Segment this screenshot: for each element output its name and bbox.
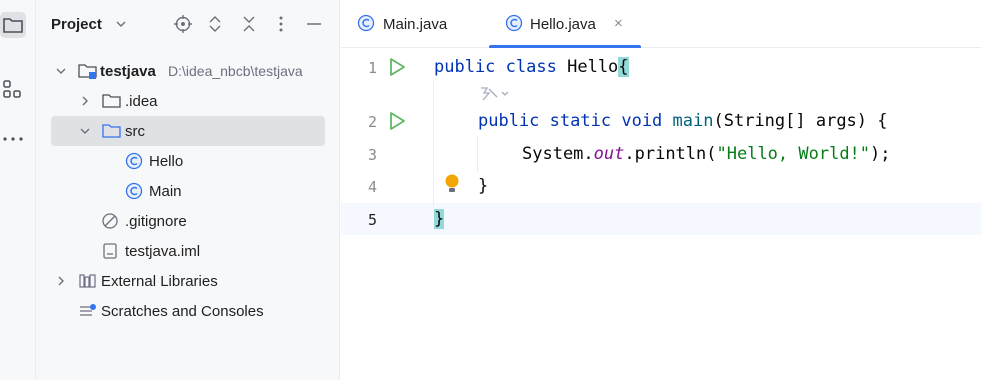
structure-icon [3, 80, 21, 98]
tree-item-label: testjava.iml [125, 243, 201, 260]
java-class-icon [125, 182, 143, 200]
chevron-down-icon[interactable] [55, 65, 67, 77]
java-class-icon [505, 14, 523, 32]
tree-item-label: Scratches and Consoles [101, 303, 264, 320]
editor-gutter: 1 2 3 4 5 [341, 48, 459, 380]
iml-file-icon [103, 243, 117, 259]
options-icon[interactable] [271, 14, 291, 34]
tree-item-label: Hello [149, 153, 184, 170]
tree-item-gitignore[interactable]: .gitignore [36, 206, 340, 236]
scratches-icon [80, 304, 96, 316]
project-panel: Project testjava D:\idea_nbcb\testjava .… [36, 0, 340, 380]
tree-item-label: testjava [100, 63, 156, 80]
structure-toolwindow-button[interactable] [0, 76, 26, 102]
tree-item-src[interactable]: src [51, 116, 325, 146]
tree-item-path: D:\idea_nbcb\testjava [168, 63, 303, 79]
java-class-icon [125, 152, 143, 170]
source-folder-icon [102, 124, 121, 138]
tree-item-label: src [125, 123, 145, 140]
run-icon[interactable] [387, 111, 407, 131]
line-number: 3 [367, 146, 377, 164]
hide-icon[interactable] [304, 14, 324, 34]
chevron-down-icon[interactable] [115, 18, 127, 30]
line-number: 4 [367, 178, 377, 196]
more-toolwindows-button[interactable] [0, 126, 26, 152]
code-vision-icon[interactable] [478, 84, 512, 102]
code-line-4: } [478, 176, 489, 196]
line-number: 2 [367, 113, 377, 131]
tree-item-external-libraries[interactable]: External Libraries [36, 266, 340, 296]
tree-item-testjava[interactable]: testjava D:\idea_nbcb\testjava [36, 56, 340, 86]
module-folder-icon [78, 64, 97, 79]
project-toolwindow-button[interactable] [0, 12, 26, 38]
line-number: 1 [367, 59, 377, 77]
tree-item-iml[interactable]: testjava.iml [36, 236, 340, 266]
code-editor[interactable]: 1 2 3 4 5 public class Hello{ public sta… [341, 48, 981, 380]
libraries-icon [79, 274, 96, 288]
project-panel-title[interactable]: Project [51, 16, 102, 33]
tree-item-scratches[interactable]: Scratches and Consoles [36, 296, 340, 326]
code-line-2: public static void main(String[] args) { [478, 111, 888, 131]
target-icon[interactable] [173, 14, 193, 34]
tree-item-main[interactable]: Main [36, 176, 340, 206]
tab-label: Hello.java [530, 16, 596, 33]
indent-guide [477, 136, 478, 172]
tab-main-java[interactable]: Main.java [351, 0, 481, 48]
tab-label: Main.java [383, 16, 448, 33]
code-line-5: } [434, 209, 445, 229]
code-line-3: System.out.println("Hello, World!"); [522, 144, 891, 164]
more-icon [3, 137, 23, 141]
chevron-right-icon[interactable] [55, 275, 67, 287]
tree-item-label: Main [149, 183, 182, 200]
tree-item-idea[interactable]: .idea [36, 86, 340, 116]
indent-guide [433, 80, 434, 205]
run-icon[interactable] [387, 57, 407, 77]
ignore-file-icon [102, 213, 118, 229]
tree-item-hello[interactable]: Hello [36, 146, 340, 176]
folder-icon [102, 94, 121, 108]
code-line-1: public class Hello{ [434, 57, 629, 77]
collapse-all-icon[interactable] [239, 14, 259, 34]
chevron-right-icon[interactable] [79, 95, 91, 107]
project-panel-header: Project [36, 0, 340, 50]
line-number: 5 [367, 211, 377, 229]
editor-tabs: Main.java Hello.java × [341, 0, 981, 49]
folder-icon [3, 18, 23, 33]
tab-hello-java[interactable]: Hello.java × [489, 0, 641, 49]
close-icon[interactable]: × [614, 15, 623, 32]
code-area[interactable]: public class Hello{ public static void m… [431, 48, 981, 380]
java-class-icon [357, 14, 375, 32]
tool-window-strip [0, 0, 36, 380]
tree-item-label: External Libraries [101, 273, 218, 290]
expand-all-icon[interactable] [205, 14, 225, 34]
tree-item-label: .idea [125, 93, 158, 110]
chevron-down-icon[interactable] [79, 125, 91, 137]
tree-item-label: .gitignore [125, 213, 187, 230]
